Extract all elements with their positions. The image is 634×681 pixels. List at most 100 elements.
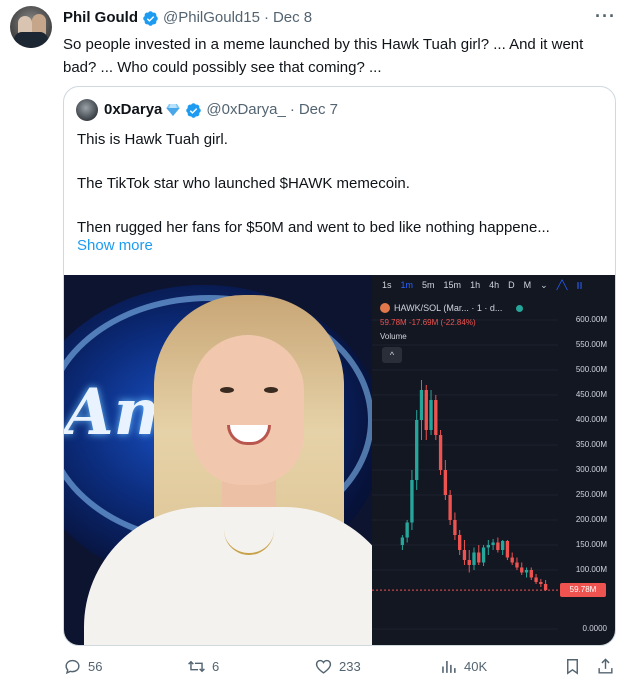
quoted-tweet-header: 0xDarya @0xDarya_ · Dec 7 <box>76 99 338 121</box>
timeframe-bar: 1s 1m 5m 15m 1h 4h D M ⌄ ╱╲ ⫾⫾ <box>372 275 615 295</box>
tweet-date[interactable]: Dec 8 <box>273 8 312 28</box>
candle-body <box>429 400 433 430</box>
quoted-line: Then rugged her fans for $50M and went t… <box>77 219 550 236</box>
y-tick-label: 550.00M <box>575 340 607 349</box>
photo-woman-american-idol-backdrop[interactable]: Am <box>64 275 372 645</box>
candle-body <box>472 552 476 565</box>
diamond-emoji-icon <box>166 104 181 116</box>
candle-body <box>520 567 524 573</box>
tweet-action-bar: 56 6 233 40K <box>63 657 623 681</box>
heart-icon <box>315 659 332 674</box>
quoted-verified-badge-icon <box>186 102 202 118</box>
avatar-suits <box>14 32 48 48</box>
candle-body <box>505 541 510 558</box>
candle-body <box>481 547 486 563</box>
live-status-dot <box>516 304 524 312</box>
candle-body <box>491 542 495 545</box>
share-icon <box>598 658 613 674</box>
candle-body <box>458 535 462 550</box>
quoted-tweet-text: This is Hawk Tuah girl. The TikTok star … <box>77 129 607 239</box>
reply-button[interactable]: 56 <box>63 657 102 676</box>
y-tick-label: 600.00M <box>575 315 607 324</box>
view-count: 40K <box>464 659 488 674</box>
analytics-icon <box>442 660 456 673</box>
candle-body <box>424 390 428 430</box>
quoted-line: This is Hawk Tuah girl. <box>77 131 228 148</box>
candle-body <box>496 542 500 550</box>
quoted-author-display-name: 0xDarya <box>104 101 163 118</box>
reply-icon <box>65 659 80 675</box>
y-tick-label: 100.00M <box>575 565 607 574</box>
repost-count: 6 <box>212 659 220 674</box>
y-tick-label: 350.00M <box>575 440 607 449</box>
candle-body <box>448 495 452 520</box>
verified-badge-icon <box>143 10 158 26</box>
separator-dot: · <box>289 101 295 118</box>
y-tick-label: 150.00M <box>575 540 607 549</box>
line-tool-icon[interactable]: ╱╲ <box>557 280 568 291</box>
candle-body <box>529 570 533 578</box>
face-shape <box>192 335 304 485</box>
timeframe-15m[interactable]: 15m <box>444 280 462 290</box>
timeframe-1s[interactable]: 1s <box>382 280 392 290</box>
candle-body <box>515 562 519 568</box>
candle-body <box>524 570 529 573</box>
candle-style-icon[interactable]: ⫾⫾ <box>576 280 582 291</box>
candle-body <box>400 537 405 545</box>
candle-body <box>405 522 409 538</box>
candle-body <box>443 470 448 495</box>
candle-body <box>486 545 490 548</box>
repost-button[interactable]: 6 <box>187 657 219 676</box>
candle-body <box>534 577 538 582</box>
candle-body <box>500 541 505 550</box>
bookmark-button[interactable] <box>563 657 588 676</box>
y-tick-label: 0.0000 <box>582 624 607 633</box>
candle-body <box>467 560 471 565</box>
y-tick-label: 400.00M <box>575 415 607 424</box>
reply-count: 56 <box>88 659 103 674</box>
repost-icon <box>188 660 205 673</box>
candle-body <box>438 435 443 470</box>
timeframe-4h[interactable]: 4h <box>489 280 499 290</box>
timeframe-dropdown-icon[interactable]: ⌄ <box>540 280 548 291</box>
eye-right <box>264 387 278 393</box>
tweet-header: Phil Gould @PhilGould15 · Dec 8 <box>63 8 312 28</box>
token-icon <box>380 303 390 313</box>
quoted-tweet[interactable]: 0xDarya @0xDarya_ · Dec 7 This is Hawk T… <box>63 86 616 646</box>
y-tick-label: 500.00M <box>575 365 607 374</box>
timeframe-D[interactable]: D <box>508 280 515 290</box>
author-handle[interactable]: @PhilGould15 <box>163 8 260 28</box>
views-button[interactable]: 40K <box>439 657 487 676</box>
candle-body <box>415 420 419 480</box>
timeframe-1m[interactable]: 1m <box>401 280 414 290</box>
price-chart[interactable]: 1s 1m 5m 15m 1h 4h D M ⌄ ╱╲ ⫾⫾ HAWK/SOL (Mar... · … <box>372 275 615 645</box>
candle-body <box>539 582 543 584</box>
quoted-line: The TikTok star who launched $HAWK memec… <box>77 175 410 192</box>
pair-label: HAWK/SOL (Mar... · 1 · d... <box>394 303 503 313</box>
candle-body <box>543 584 548 590</box>
timeframe-5m[interactable]: 5m <box>422 280 435 290</box>
timeframe-1h[interactable]: 1h <box>470 280 480 290</box>
y-tick-label: 450.00M <box>575 390 607 399</box>
separator-dot: · <box>263 9 269 26</box>
candle-body <box>434 400 438 435</box>
more-options-icon[interactable]: ··· <box>595 6 616 27</box>
share-button[interactable] <box>596 657 621 676</box>
author-avatar[interactable] <box>10 6 52 48</box>
y-tick-label: 250.00M <box>575 490 607 499</box>
candle-body <box>510 557 514 563</box>
show-more-link[interactable]: Show more <box>77 237 153 254</box>
timeframe-M[interactable]: M <box>524 280 532 290</box>
bookmark-icon <box>567 659 578 675</box>
author-display-name[interactable]: Phil Gould <box>63 8 138 28</box>
quoted-media[interactable]: Am 1s 1m 5m 15m 1h 4h D M ⌄ ╱╲ ⫾⫾ HAWK/SOL (Mar...… <box>64 275 615 645</box>
price-change-line: 59.78M -17.69M (-22.84%) <box>380 318 476 327</box>
eye-left <box>220 387 234 393</box>
last-price-tag: 59.78M <box>560 583 606 598</box>
quoted-tweet-date: Dec 7 <box>298 101 339 118</box>
collapse-legend-button[interactable]: ^ <box>382 347 402 363</box>
quoted-author-handle: @0xDarya_ <box>206 101 286 118</box>
y-tick-label: 200.00M <box>575 515 607 524</box>
like-button[interactable]: 233 <box>314 657 361 676</box>
pair-legend: HAWK/SOL (Mar... · 1 · d... <box>380 303 524 313</box>
